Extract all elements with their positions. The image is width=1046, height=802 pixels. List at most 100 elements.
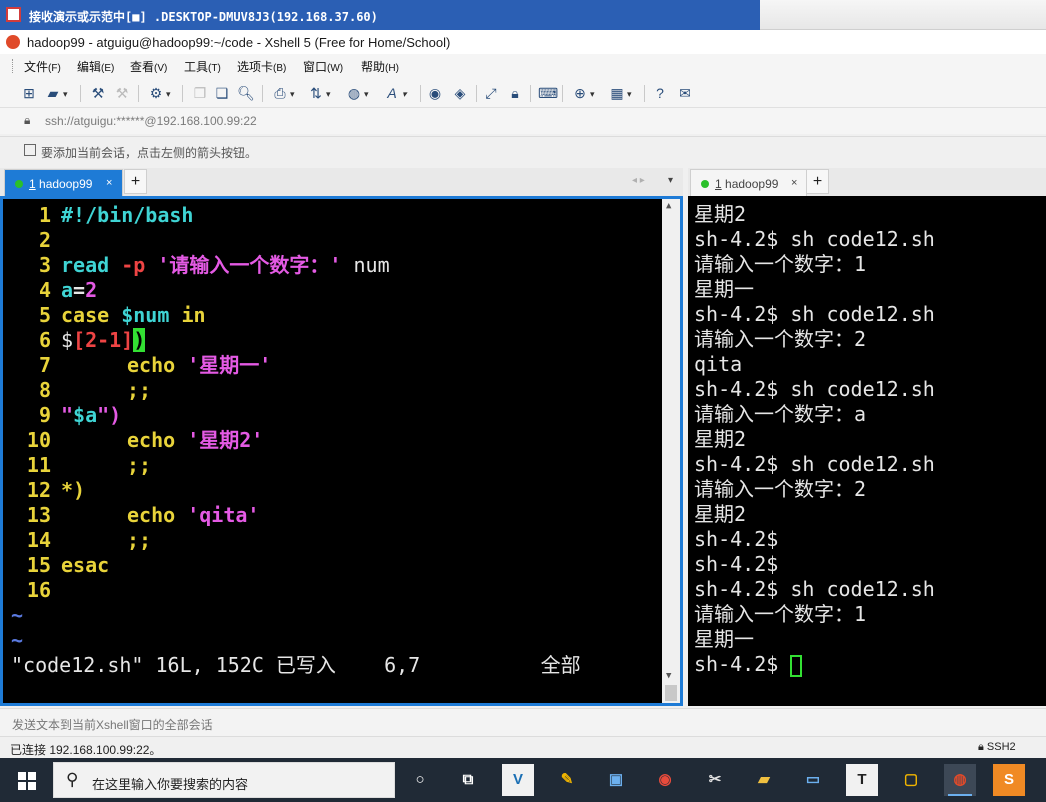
chrome-app-icon[interactable]: ◉ bbox=[649, 764, 681, 796]
globe-icon[interactable]: ◍ bbox=[345, 84, 369, 103]
close-tab-icon[interactable]: × bbox=[106, 177, 112, 189]
find-icon[interactable]: 🔍︎ bbox=[237, 84, 255, 102]
print-icon[interactable]: ⎙ bbox=[271, 84, 294, 103]
layout-icon[interactable]: ▦ bbox=[608, 84, 631, 103]
sublime-app-icon[interactable]: S bbox=[993, 764, 1025, 796]
typora-app-icon[interactable]: T bbox=[846, 764, 878, 796]
paint-app-icon[interactable]: ✎ bbox=[551, 764, 583, 796]
terminal-line: sh-4.2$ bbox=[694, 527, 779, 551]
remote-window-title: 接收演示或示范中[■] .DESKTOP-DMUV8J3(192.168.37.… bbox=[29, 10, 378, 24]
paste-icon[interactable]: ❏ bbox=[213, 84, 231, 102]
terminal-output-pane[interactable]: 星期2 sh-4.2$ sh code12.sh 请输入一个数字：1 星期一 s… bbox=[688, 196, 1046, 706]
window-title: hadoop99 - atguigu@hadoop99:~/code - Xsh… bbox=[27, 35, 451, 50]
copy-icon[interactable]: ❐ bbox=[191, 84, 209, 102]
menu-window[interactable]: 窗口(W) bbox=[303, 58, 343, 75]
tab-scroll-arrows[interactable]: ◂ ▸ bbox=[632, 175, 645, 186]
search-placeholder: 在这里输入你要搜索的内容 bbox=[92, 777, 249, 792]
editor-cursor: ) bbox=[133, 328, 146, 352]
menu-edit[interactable]: 编辑(E) bbox=[77, 58, 114, 75]
transfer-icon[interactable]: ⇅ bbox=[307, 84, 330, 103]
lock-icon[interactable]: 🔒︎ bbox=[506, 84, 524, 102]
menu-tabs[interactable]: 选项卡(B) bbox=[237, 58, 286, 75]
address-bar[interactable]: 🔒︎ ssh://atguigu:******@192.168.100.99:2… bbox=[0, 108, 1046, 134]
vim-status-line: "code12.sh" 16L, 152C 已写入 6,7 全部 bbox=[11, 653, 581, 677]
terminal-line: 星期2 bbox=[694, 502, 747, 526]
windows-start-icon[interactable] bbox=[18, 772, 36, 790]
code-line-11: ;; bbox=[127, 453, 152, 477]
terminal-line: sh-4.2$ sh code12.sh bbox=[694, 377, 935, 401]
task-view-icon[interactable]: ⧉ bbox=[452, 764, 484, 796]
code-line-4: a=2 bbox=[61, 278, 98, 302]
terminal-line: sh-4.2$ sh code12.sh bbox=[694, 227, 935, 251]
terminal-line: sh-4.2$ sh code12.sh bbox=[694, 302, 935, 326]
add-tab-button[interactable]: + bbox=[124, 169, 147, 194]
terminal-line: 请输入一个数字：2 bbox=[694, 327, 867, 351]
keyboard-icon[interactable]: ⌨ bbox=[538, 84, 558, 102]
code-line-15: esac bbox=[61, 553, 110, 577]
terminal-editor-pane[interactable]: 1 2 3 4 5 6 7 8 9 10 11 12 13 14 15 16 #… bbox=[0, 196, 683, 706]
vscode-app-icon[interactable]: V bbox=[502, 764, 534, 796]
properties-icon[interactable]: ⚙ bbox=[147, 84, 171, 103]
terminal-line: 星期2 bbox=[694, 427, 747, 451]
xftp-icon[interactable]: ◉ bbox=[426, 84, 444, 102]
taskbar-search-input[interactable]: ⚲ 在这里输入你要搜索的内容 bbox=[53, 762, 395, 798]
editor-scrollbar[interactable]: ▲ ▼ bbox=[662, 199, 680, 703]
code-line-14: ;; bbox=[127, 528, 152, 552]
send-text-placeholder: 发送文本到当前Xshell窗口的全部会话 bbox=[12, 718, 213, 732]
code-line-13: echo 'qita' bbox=[127, 503, 260, 527]
cortana-icon[interactable]: ○ bbox=[404, 764, 436, 796]
chat-icon[interactable]: ✉ bbox=[676, 84, 694, 102]
scroll-up-icon[interactable]: ▲ bbox=[666, 201, 671, 211]
script-icon[interactable]: ◈ bbox=[451, 84, 469, 102]
scroll-down-icon[interactable]: ▼ bbox=[666, 671, 671, 681]
tab-hadoop99-right[interactable]: 1 hadoop99 × bbox=[690, 169, 807, 196]
empty-line-tilde: ~ bbox=[11, 628, 24, 652]
monitor-app-icon[interactable]: ▣ bbox=[600, 764, 632, 796]
add-tab-icon[interactable]: ⊕ bbox=[571, 84, 594, 103]
close-tab-icon[interactable]: × bbox=[791, 177, 797, 189]
terminal-line: 请输入一个数字：2 bbox=[694, 477, 867, 501]
code-line-8: ;; bbox=[127, 378, 152, 402]
toolbar: ⊞ ▰ ⚒ ⚒ ⚙ ❐ ❏ 🔍︎ ⎙ ⇅ ◍ A ◉ ◈ ⤢ 🔒︎ ⌨ ⊕ ▦ … bbox=[0, 78, 1046, 108]
reconnect-icon[interactable]: ⚒ bbox=[113, 84, 131, 102]
remote-app-icon bbox=[6, 7, 21, 22]
file-explorer-icon[interactable]: ▰ bbox=[748, 764, 780, 796]
menu-grip bbox=[12, 59, 15, 73]
open-folder-icon[interactable]: ▰ bbox=[44, 84, 68, 103]
font-icon[interactable]: A bbox=[383, 84, 406, 103]
lock-icon: 🔒︎ bbox=[24, 113, 31, 127]
xshell-title-bar: hadoop99 - atguigu@hadoop99:~/code - Xsh… bbox=[0, 30, 1046, 54]
connected-dot-icon bbox=[15, 180, 23, 188]
send-text-bar[interactable]: 发送文本到当前Xshell窗口的全部会话 bbox=[0, 708, 1046, 736]
help-icon[interactable]: ? bbox=[651, 84, 669, 102]
hint-text: 要添加当前会话，点击左侧的箭头按钮。 bbox=[41, 146, 258, 160]
vmware-app-icon[interactable]: ▢ bbox=[895, 764, 927, 796]
tab-menu-arrow-icon[interactable]: ▾ bbox=[668, 175, 673, 186]
remote-session-bar: 接收演示或示范中[■] .DESKTOP-DMUV8J3(192.168.37.… bbox=[0, 0, 1046, 30]
remote-desktop-icon[interactable]: ▭ bbox=[797, 764, 829, 796]
menu-file[interactable]: 文件(F) bbox=[24, 58, 61, 75]
scroll-thumb[interactable] bbox=[665, 685, 677, 701]
code-line-3: read -p '请输入一个数字：' num bbox=[61, 253, 390, 277]
tab-hadoop99-left[interactable]: 1 hadoop99 × bbox=[4, 169, 123, 196]
add-tab-button[interactable]: + bbox=[806, 169, 829, 194]
xshell-app-icon[interactable]: ◍ bbox=[944, 764, 976, 796]
disconnect-icon[interactable]: ⚒ bbox=[89, 84, 107, 102]
menu-view[interactable]: 查看(V) bbox=[130, 58, 167, 75]
fullscreen-icon[interactable]: ⤢ bbox=[482, 84, 500, 102]
connected-dot-icon bbox=[701, 180, 709, 188]
terminal-line: sh-4.2$ sh code12.sh bbox=[694, 577, 935, 601]
menu-tools[interactable]: 工具(T) bbox=[184, 58, 221, 75]
status-bar: 已连接 192.168.100.99:22。 🔒︎ SSH2 bbox=[0, 736, 1046, 758]
tools-app-icon[interactable]: ✂ bbox=[699, 764, 731, 796]
terminal-line: sh-4.2$ sh code12.sh bbox=[694, 452, 935, 476]
arrow-button-icon[interactable] bbox=[24, 144, 36, 156]
terminal-line: 星期一 bbox=[694, 277, 754, 301]
new-session-icon[interactable]: ⊞ bbox=[20, 84, 38, 102]
terminal-cursor bbox=[790, 654, 803, 677]
terminal-line: 请输入一个数字：a bbox=[694, 402, 867, 426]
terminal-prompt-line: sh-4.2$ bbox=[694, 652, 803, 677]
menu-help[interactable]: 帮助(H) bbox=[361, 58, 399, 75]
address-text: ssh://atguigu:******@192.168.100.99:22 bbox=[45, 114, 257, 128]
code-line-6: $[2-1]) bbox=[61, 328, 146, 352]
